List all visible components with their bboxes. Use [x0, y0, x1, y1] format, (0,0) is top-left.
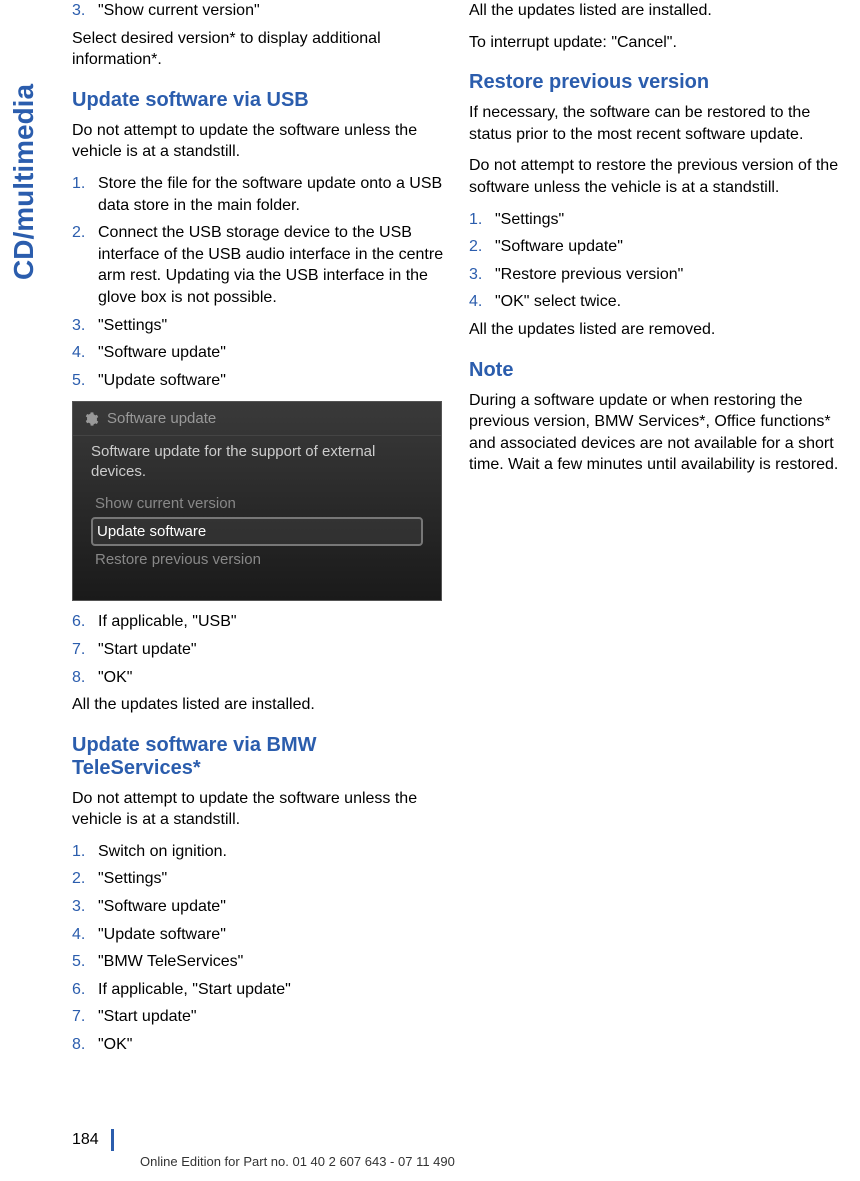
- list-number: 3.: [72, 0, 98, 22]
- list-text: "Update software": [98, 924, 226, 946]
- screenshot-menu-item: Restore previous version: [91, 547, 423, 572]
- list-number: 3.: [72, 896, 98, 918]
- page-footer: 184: [72, 1129, 114, 1151]
- list-item: 1.Store the file for the software update…: [72, 173, 445, 216]
- list-text: If applicable, "Start update": [98, 979, 291, 1001]
- list-text: Switch on ignition.: [98, 841, 227, 863]
- paragraph: During a software update or when restori…: [469, 390, 842, 476]
- right-column: All the updates listed are installed. To…: [469, 0, 842, 1062]
- list-text: If applicable, "USB": [98, 611, 237, 633]
- list-number: 2.: [469, 236, 495, 258]
- list-number: 4.: [72, 924, 98, 946]
- list-item: 4."Software update": [72, 342, 445, 364]
- idrive-screenshot: Software update Software update for the …: [72, 401, 442, 601]
- list-text: "Software update": [98, 342, 226, 364]
- list-item: 7."Start update": [72, 1006, 445, 1028]
- list-number: 5.: [72, 370, 98, 392]
- usb-steps-list-2: 6.If applicable, "USB"7."Start update"8.…: [72, 611, 445, 688]
- list-item: 5."Update software": [72, 370, 445, 392]
- paragraph: Do not attempt to restore the previous v…: [469, 155, 842, 198]
- screenshot-header: Software update: [73, 402, 441, 436]
- paragraph: All the updates listed are removed.: [469, 319, 842, 341]
- list-text: Store the file for the software update o…: [98, 173, 445, 216]
- sidebar-section-label: CD/multimedia: [8, 84, 40, 280]
- heading-note: Note: [469, 359, 842, 382]
- list-item: 4."Update software": [72, 924, 445, 946]
- list-number: 5.: [72, 951, 98, 973]
- list-text: "BMW TeleServices": [98, 951, 243, 973]
- list-number: 4.: [469, 291, 495, 313]
- list-text: "OK" select twice.: [495, 291, 621, 313]
- gear-icon: [83, 411, 99, 427]
- list-text: "Settings": [495, 209, 564, 231]
- page-number: 184: [72, 1131, 99, 1149]
- screenshot-body: Software update for the support of exter…: [73, 436, 441, 579]
- list-number: 1.: [72, 173, 98, 216]
- paragraph: All the updates listed are installed.: [469, 0, 842, 22]
- heading-update-teleservices: Update software via BMW TeleServices*: [72, 734, 445, 780]
- list-item: 2."Settings": [72, 868, 445, 890]
- list-number: 1.: [72, 841, 98, 863]
- list-number: 2.: [72, 868, 98, 890]
- list-item: 3."Software update": [72, 896, 445, 918]
- restore-steps-list: 1."Settings"2."Software update"3."Restor…: [469, 209, 842, 313]
- list-number: 3.: [469, 264, 495, 286]
- list-text: "Software update": [495, 236, 623, 258]
- list-text: "OK": [98, 667, 132, 689]
- usb-steps-list: 1.Store the file for the software update…: [72, 173, 445, 391]
- list-number: 6.: [72, 979, 98, 1001]
- screenshot-menu-item: Update software: [91, 517, 423, 546]
- list-text: "Software update": [98, 896, 226, 918]
- list-item: 5."BMW TeleServices": [72, 951, 445, 973]
- list-text: "OK": [98, 1034, 132, 1056]
- list-number: 3.: [72, 315, 98, 337]
- list-item: 3."Settings": [72, 315, 445, 337]
- paragraph: If necessary, the software can be restor…: [469, 102, 842, 145]
- list-item: 3. "Show current version": [72, 0, 445, 22]
- list-item: 2."Software update": [469, 236, 842, 258]
- list-item: 3."Restore previous version": [469, 264, 842, 286]
- left-column: 3. "Show current version" Select desired…: [72, 0, 445, 1062]
- paragraph: To interrupt update: "Cancel".: [469, 32, 842, 54]
- list-number: 2.: [72, 222, 98, 308]
- heading-update-usb: Update software via USB: [72, 89, 445, 112]
- paragraph: Do not attempt to update the software un…: [72, 788, 445, 831]
- list-number: 7.: [72, 639, 98, 661]
- list-item: 8."OK": [72, 1034, 445, 1056]
- list-item: 2.Connect the USB storage device to the …: [72, 222, 445, 308]
- screenshot-description: Software update for the support of exter…: [91, 442, 423, 481]
- page-content: 3. "Show current version" Select desired…: [72, 0, 842, 1062]
- paragraph: Select desired version* to display addit…: [72, 28, 445, 71]
- list-text: "Settings": [98, 315, 167, 337]
- footer-edition-text: Online Edition for Part no. 01 40 2 607 …: [140, 1154, 455, 1169]
- tele-steps-list: 1.Switch on ignition.2."Settings"3."Soft…: [72, 841, 445, 1056]
- list-item: 1."Settings": [469, 209, 842, 231]
- list-item: 6.If applicable, "Start update": [72, 979, 445, 1001]
- list-number: 1.: [469, 209, 495, 231]
- list-text: "Show current version": [98, 0, 260, 22]
- list-text: "Start update": [98, 639, 197, 661]
- list-text: "Start update": [98, 1006, 197, 1028]
- list-number: 6.: [72, 611, 98, 633]
- heading-restore: Restore previous version: [469, 71, 842, 94]
- list-number: 4.: [72, 342, 98, 364]
- list-number: 8.: [72, 1034, 98, 1056]
- paragraph: All the updates listed are installed.: [72, 694, 445, 716]
- screenshot-title: Software update: [107, 410, 216, 427]
- list-item: 1.Switch on ignition.: [72, 841, 445, 863]
- paragraph: Do not attempt to update the software un…: [72, 120, 445, 163]
- footer-divider: [111, 1129, 114, 1151]
- list-item: 7."Start update": [72, 639, 445, 661]
- list-item: 4."OK" select twice.: [469, 291, 842, 313]
- list-item: 8."OK": [72, 667, 445, 689]
- list-text: Connect the USB storage device to the US…: [98, 222, 445, 308]
- list-item: 6.If applicable, "USB": [72, 611, 445, 633]
- list-text: "Update software": [98, 370, 226, 392]
- list-text: "Settings": [98, 868, 167, 890]
- list-number: 8.: [72, 667, 98, 689]
- list-number: 7.: [72, 1006, 98, 1028]
- list-text: "Restore previous version": [495, 264, 683, 286]
- screenshot-menu-item: Show current version: [91, 491, 423, 516]
